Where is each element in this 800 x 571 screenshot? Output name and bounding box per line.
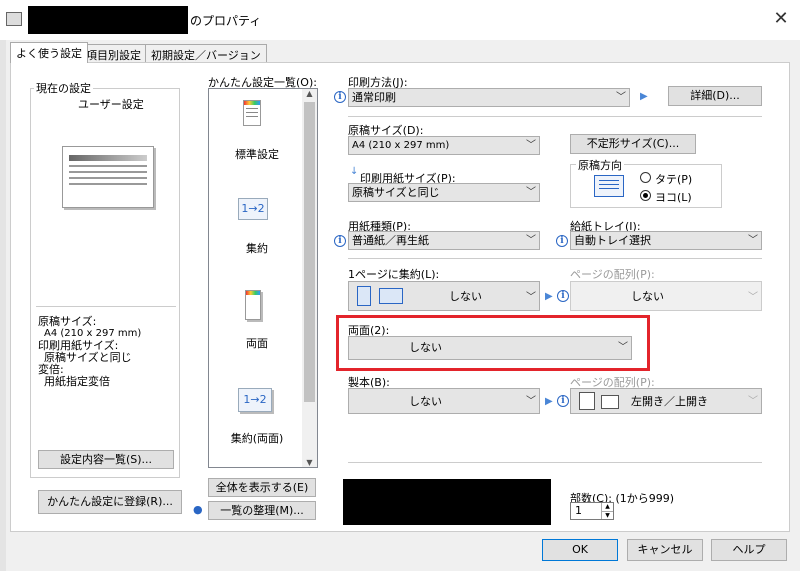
register-easy-setting-button[interactable]: かんたん設定に登録(R)... (38, 490, 182, 514)
divider (348, 462, 762, 463)
duplex-value: しない (409, 341, 442, 354)
chevron-down-icon: ﹀ (526, 235, 536, 246)
background-window-edge (0, 0, 6, 571)
play-arrow-icon: ▶ (545, 396, 553, 407)
cancel-button[interactable]: キャンセル (627, 539, 703, 561)
book-top-icon (601, 395, 619, 409)
duplex-setting-icon (245, 290, 261, 320)
tray-select[interactable]: 自動トレイ選択 ﹀ (570, 231, 762, 250)
chevron-down-icon: ﹀ (748, 292, 758, 303)
chevron-down-icon: ﹀ (526, 187, 536, 198)
info-icon: i (557, 290, 569, 302)
page-order2-value: 左開き／上開き (631, 395, 708, 408)
user-icon: ● (193, 503, 203, 516)
play-arrow-icon: ▶ (545, 291, 553, 302)
redacted-printer-name (28, 6, 188, 34)
chevron-down-icon: ﹀ (618, 342, 628, 353)
nup-label: 1ページに集約(L): (348, 268, 440, 281)
page-order-select[interactable]: しない ﹀ (570, 281, 762, 311)
play-arrow-icon: ▶ (640, 91, 648, 102)
portrait-page-icon (357, 286, 371, 306)
preset-name: ユーザー設定 (78, 98, 144, 111)
divider (36, 306, 176, 307)
paper-type-select[interactable]: 普通紙／再生紙 ﹀ (348, 231, 540, 250)
show-all-button[interactable]: 全体を表示する(E) (208, 478, 316, 497)
original-size-value: A4 (210 x 297 mm) (352, 140, 450, 151)
chevron-down-icon: ﹀ (748, 396, 758, 407)
page-order2-select[interactable]: 左開き／上開き ﹀ (570, 388, 762, 414)
chevron-down-icon: ﹀ (526, 396, 536, 407)
ok-button[interactable]: OK (542, 539, 618, 561)
organize-list-button[interactable]: 一覧の整理(M)... (208, 501, 316, 520)
copies-value: 1 (575, 504, 582, 517)
down-arrow-icon: ↓ (350, 166, 359, 177)
portrait-radio[interactable] (640, 172, 651, 183)
tab-detailed[interactable]: 項目別設定 (80, 44, 147, 62)
spin-down-icon[interactable]: ▼ (601, 511, 613, 519)
chevron-down-icon: ﹀ (748, 235, 758, 246)
custom-size-button[interactable]: 不定形サイズ(C)... (570, 134, 696, 154)
settings-list-button[interactable]: 設定内容一覧(S)... (38, 450, 174, 469)
nup-select[interactable]: しない ﹀ (348, 281, 540, 311)
chevron-down-icon: ﹀ (526, 292, 536, 303)
landscape-radio[interactable] (640, 190, 651, 201)
tab-favorites[interactable]: よく使う設定 (10, 42, 88, 63)
portrait-label: タテ(P) (655, 173, 693, 186)
summary-original-size-label: 原稿サイズ: (38, 315, 97, 328)
orientation-title: 原稿方向 (576, 157, 624, 173)
book-left-icon (579, 392, 595, 410)
duplex-select[interactable]: しない ﹀ (348, 336, 632, 360)
page-order-value: しない (631, 290, 664, 303)
list-item-duplex[interactable]: 両面 (214, 335, 300, 351)
close-icon[interactable]: ✕ (768, 6, 794, 32)
list-item-nup-duplex[interactable]: 集約(両面) (214, 430, 300, 446)
tab-defaults-version[interactable]: 初期設定／バージョン (145, 44, 267, 62)
print-method-select[interactable]: 通常印刷 ﹀ (348, 88, 630, 107)
page-order-label: ページの配列(P): (570, 268, 655, 281)
info-icon: i (556, 235, 568, 247)
binding-value: しない (409, 395, 442, 408)
tray-value: 自動トレイ選択 (574, 234, 651, 247)
nup-setting-icon: 1→2 (238, 198, 268, 220)
list-item-standard[interactable]: 標準設定 (214, 146, 300, 162)
current-settings-title: 現在の設定 (34, 80, 93, 96)
copies-stepper[interactable]: 1 ▲ ▼ (570, 502, 614, 520)
info-icon: i (334, 91, 346, 103)
nup-value: しない (449, 290, 482, 303)
standard-setting-icon (243, 100, 261, 126)
divider (348, 116, 762, 117)
list-scrollbar[interactable]: ▲ ▼ (302, 89, 317, 467)
list-item-nup[interactable]: 集約 (214, 240, 300, 256)
divider (348, 258, 762, 259)
summary-zoom-value: 用紙指定変倍 (44, 375, 110, 388)
printer-icon (6, 12, 22, 26)
landscape-page-icon (379, 288, 403, 304)
output-size-select[interactable]: 原稿サイズと同じ ﹀ (348, 183, 540, 202)
chevron-down-icon: ﹀ (616, 92, 626, 103)
nup-duplex-setting-icon: 1→2 (238, 388, 272, 412)
paper-type-value: 普通紙／再生紙 (352, 234, 429, 247)
info-icon: i (557, 395, 569, 407)
print-method-value: 通常印刷 (352, 91, 396, 104)
original-size-select[interactable]: A4 (210 x 297 mm) ﹀ (348, 136, 540, 155)
detail-button[interactable]: 詳細(D)... (668, 86, 762, 106)
redacted-area (343, 479, 551, 525)
landscape-page-icon (594, 175, 624, 197)
help-button[interactable]: ヘルプ (711, 539, 787, 561)
binding-select[interactable]: しない ﹀ (348, 388, 540, 414)
chevron-down-icon: ﹀ (526, 140, 536, 151)
landscape-label: ヨコ(L) (655, 191, 692, 204)
page-preview (62, 146, 154, 208)
output-size-value: 原稿サイズと同じ (352, 186, 440, 199)
window-title: のプロパティ (190, 14, 262, 28)
info-icon: i (334, 235, 346, 247)
spin-up-icon[interactable]: ▲ (601, 503, 613, 511)
